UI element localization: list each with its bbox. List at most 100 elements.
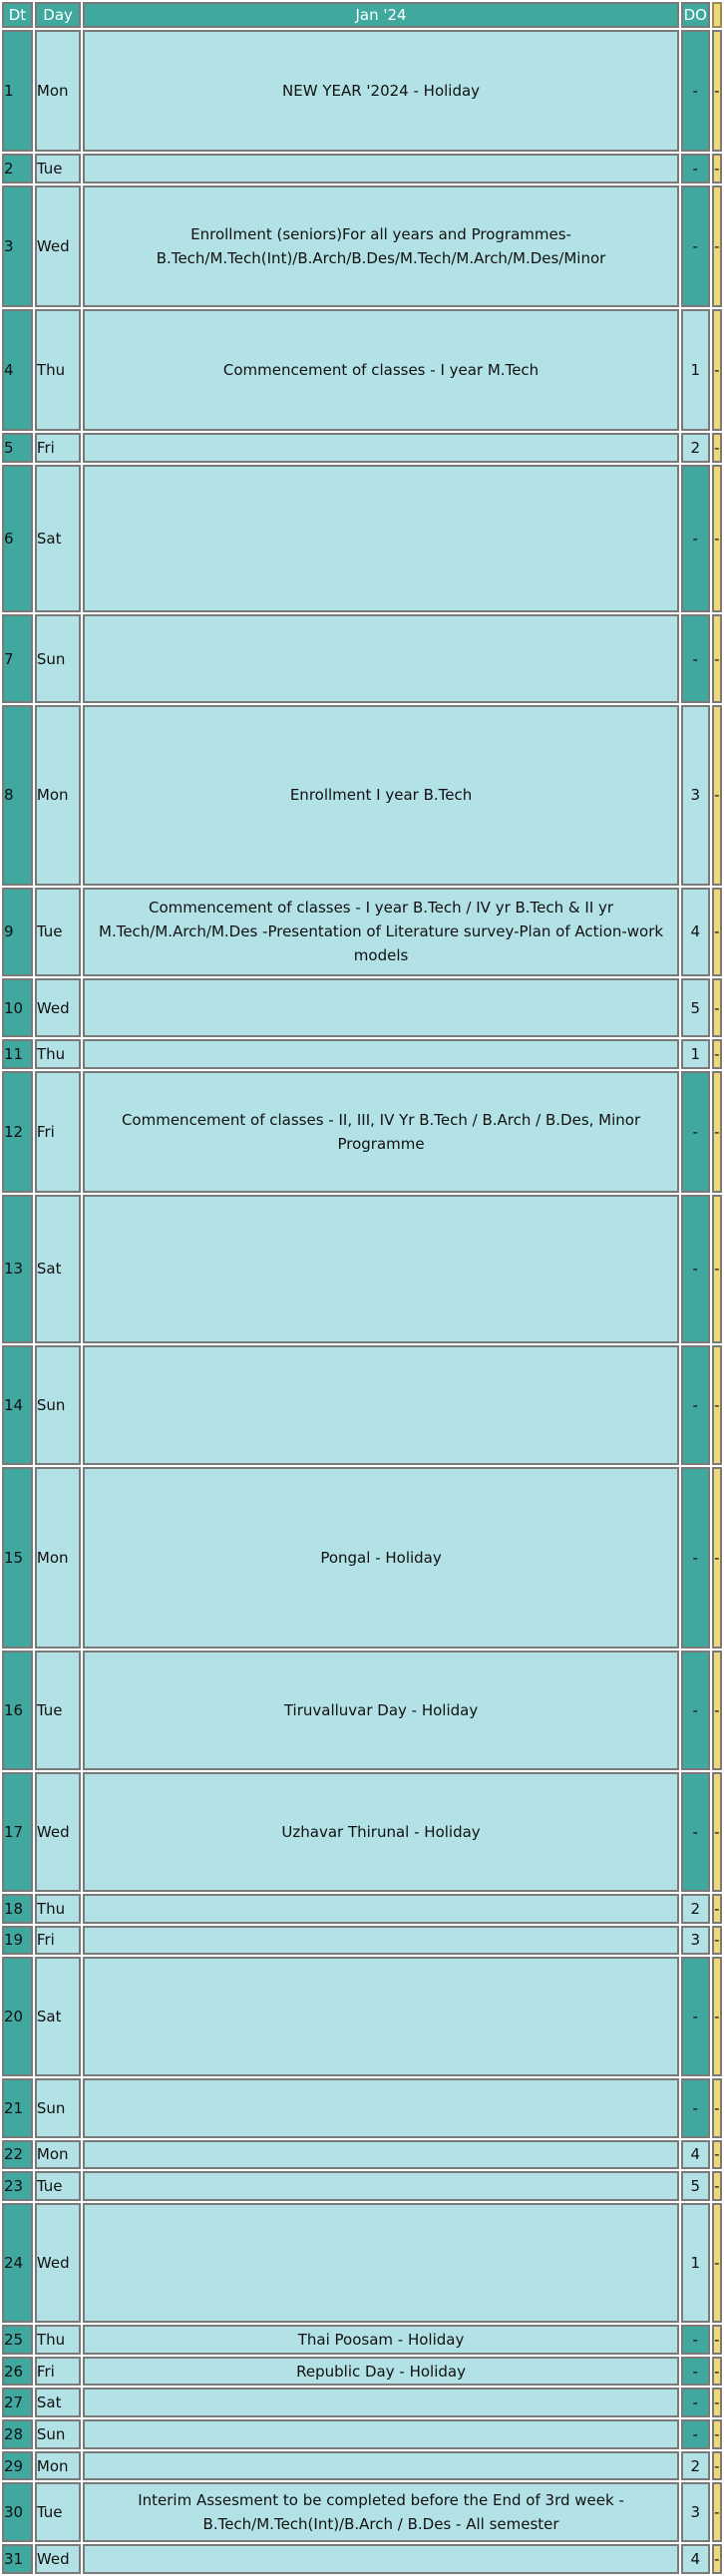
- date-cell: 7: [2, 614, 33, 704]
- extra-cell: -: [711, 2356, 722, 2387]
- date-cell: 10: [2, 977, 33, 1038]
- day-order-cell: 3: [680, 1925, 710, 1956]
- day-order-cell: -: [680, 154, 710, 184]
- calendar-row: 26 Fri Republic Day - Holiday - -: [2, 2356, 722, 2387]
- extra-cell: -: [711, 977, 722, 1038]
- calendar-row: 18 Thu 2-: [2, 1893, 722, 1924]
- extra-cell: -: [711, 887, 722, 976]
- header-do: DO: [680, 2, 710, 28]
- event-cell: Enrollment I year B.Tech: [83, 705, 679, 886]
- day-order-cell: -: [680, 1466, 710, 1650]
- header-extra: [711, 2, 722, 28]
- day-cell: Sun: [34, 1344, 82, 1465]
- date-cell: 31: [2, 2543, 33, 2574]
- event-cell: [83, 1039, 679, 1069]
- extra-cell: -: [711, 2078, 722, 2138]
- day-cell: Tue: [34, 2171, 82, 2202]
- extra-cell: -: [711, 1771, 722, 1892]
- day-cell: Sat: [34, 1957, 82, 2077]
- day-order-cell: -: [680, 2356, 710, 2387]
- extra-cell: -: [711, 2482, 722, 2542]
- calendar-row: 6 Sat - -: [2, 464, 722, 613]
- day-order-cell: -: [680, 2324, 710, 2355]
- day-order-cell: 1: [680, 308, 710, 431]
- day-cell: Thu: [34, 308, 82, 431]
- date-cell: 15: [2, 1466, 33, 1650]
- day-cell: Sun: [34, 2419, 82, 2449]
- extra-cell: -: [711, 705, 722, 886]
- calendar-row: 1 Mon NEW YEAR '2024 - Holiday - -: [2, 30, 722, 153]
- day-cell: Mon: [34, 1466, 82, 1650]
- calendar-row: 5 Fri 2-: [2, 432, 722, 463]
- calendar-row: 19 Fri 3-: [2, 1925, 722, 1956]
- date-cell: 2: [2, 154, 33, 184]
- date-cell: 11: [2, 1039, 33, 1069]
- extra-cell: -: [711, 2450, 722, 2481]
- academic-calendar-table: Dt Day Jan '24 DO 1 Mon NEW YEAR '2024 - H…: [0, 0, 724, 2576]
- day-order-cell: -: [680, 1070, 710, 1193]
- extra-cell: -: [711, 184, 722, 307]
- event-cell: [83, 1925, 679, 1956]
- calendar-row: 29 Mon 2-: [2, 2450, 722, 2481]
- day-order-cell: -: [680, 1771, 710, 1892]
- day-cell: Wed: [34, 2543, 82, 2574]
- day-cell: Sun: [34, 2078, 82, 2138]
- day-order-cell: -: [680, 1344, 710, 1465]
- day-cell: Mon: [34, 2139, 82, 2170]
- date-cell: 24: [2, 2203, 33, 2323]
- event-cell: Commencement of classes - I year B.Tech …: [83, 887, 679, 976]
- day-order-cell: 2: [680, 2450, 710, 2481]
- header-row: Dt Day Jan '24 DO: [2, 2, 722, 28]
- date-cell: 9: [2, 887, 33, 976]
- event-cell: [83, 1893, 679, 1924]
- date-cell: 18: [2, 1893, 33, 1924]
- calendar-row: 10 Wed 5-: [2, 977, 722, 1038]
- calendar-row: 25 Thu Thai Poosam - Holiday - -: [2, 2324, 722, 2355]
- day-cell: Fri: [34, 1070, 82, 1193]
- calendar-row: 8 Mon Enrollment I year B.Tech 3-: [2, 705, 722, 886]
- event-cell: NEW YEAR '2024 - Holiday: [83, 30, 679, 153]
- day-cell: Sat: [34, 2388, 82, 2418]
- event-cell: [83, 432, 679, 463]
- calendar-row: 16 Tue Tiruvalluvar Day - Holiday - -: [2, 1651, 722, 1770]
- calendar-row: 14 Sun - -: [2, 1344, 722, 1465]
- extra-cell: -: [711, 1466, 722, 1650]
- day-order-cell: -: [680, 1651, 710, 1770]
- extra-cell: -: [711, 1893, 722, 1924]
- event-cell: Republic Day - Holiday: [83, 2356, 679, 2387]
- event-cell: [83, 1344, 679, 1465]
- extra-cell: -: [711, 1957, 722, 2077]
- event-cell: Pongal - Holiday: [83, 1466, 679, 1650]
- calendar-row: 2 Tue - -: [2, 154, 722, 184]
- event-cell: Enrollment (seniors)For all years and Pr…: [83, 184, 679, 307]
- event-cell: Commencement of classes - I year M.Tech: [83, 308, 679, 431]
- day-order-cell: 4: [680, 2543, 710, 2574]
- day-cell: Thu: [34, 1893, 82, 1924]
- event-cell: Interim Assesment to be completed before…: [83, 2482, 679, 2542]
- date-cell: 27: [2, 2388, 33, 2418]
- day-order-cell: 4: [680, 887, 710, 976]
- date-cell: 25: [2, 2324, 33, 2355]
- date-cell: 4: [2, 308, 33, 431]
- day-cell: Sun: [34, 614, 82, 704]
- calendar-row: 22 Mon 4-: [2, 2139, 722, 2170]
- calendar-row: 11 Thu 1-: [2, 1039, 722, 1069]
- day-cell: Tue: [34, 1651, 82, 1770]
- date-cell: 14: [2, 1344, 33, 1465]
- calendar-row: 24 Wed 1-: [2, 2203, 722, 2323]
- calendar-row: 21 Sun - -: [2, 2078, 722, 2138]
- extra-cell: -: [711, 2139, 722, 2170]
- event-cell: Uzhavar Thirunal - Holiday: [83, 1771, 679, 1892]
- day-order-cell: 3: [680, 2482, 710, 2542]
- date-cell: 5: [2, 432, 33, 463]
- day-order-cell: -: [680, 2419, 710, 2449]
- extra-cell: -: [711, 1344, 722, 1465]
- extra-cell: -: [711, 2419, 722, 2449]
- date-cell: 21: [2, 2078, 33, 2138]
- day-cell: Wed: [34, 184, 82, 307]
- event-cell: [83, 977, 679, 1038]
- date-cell: 16: [2, 1651, 33, 1770]
- extra-cell: -: [711, 2171, 722, 2202]
- date-cell: 30: [2, 2482, 33, 2542]
- extra-cell: -: [711, 1039, 722, 1069]
